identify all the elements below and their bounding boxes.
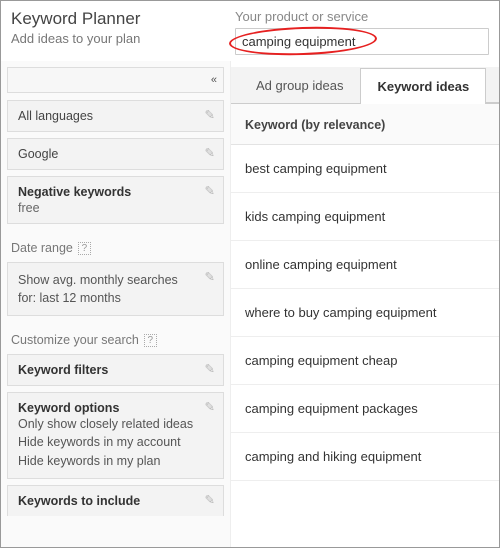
page-title: Keyword Planner bbox=[11, 9, 231, 29]
pencil-icon: ✎ bbox=[205, 145, 215, 160]
keyword-options-panel[interactable]: Keyword options Only show closely relate… bbox=[7, 392, 224, 478]
languages-panel[interactable]: All languages ✎ bbox=[7, 100, 224, 132]
keywords-include-panel[interactable]: Keywords to include ✎ bbox=[7, 485, 224, 516]
collapse-sidebar-button[interactable]: « bbox=[7, 67, 224, 93]
pencil-icon: ✎ bbox=[205, 107, 215, 122]
keyword-options-line2: Hide keywords in my account bbox=[18, 433, 213, 451]
table-row[interactable]: camping and hiking equipment bbox=[231, 433, 499, 481]
search-engine-panel[interactable]: Google ✎ bbox=[7, 138, 224, 170]
customize-search-section-label: Customize your search bbox=[11, 333, 139, 347]
search-engine-value: Google bbox=[18, 147, 58, 161]
pencil-icon: ✎ bbox=[205, 183, 215, 198]
help-icon[interactable]: ? bbox=[78, 242, 91, 255]
negative-keywords-value: free bbox=[18, 201, 213, 215]
page-subtitle: Add ideas to your plan bbox=[11, 31, 231, 46]
keyword-filters-panel[interactable]: Keyword filters ✎ bbox=[7, 354, 224, 386]
pencil-icon: ✎ bbox=[205, 361, 215, 376]
table-row[interactable]: camping equipment cheap bbox=[231, 337, 499, 385]
table-row[interactable]: kids camping equipment bbox=[231, 193, 499, 241]
table-row[interactable]: best camping equipment bbox=[231, 145, 499, 193]
product-service-label: Your product or service bbox=[235, 9, 489, 24]
keyword-rows: best camping equipment kids camping equi… bbox=[231, 145, 499, 547]
date-range-panel[interactable]: Show avg. monthly searches for: last 12 … bbox=[7, 262, 224, 316]
date-range-section-label: Date range bbox=[11, 241, 73, 255]
negative-keywords-title: Negative keywords bbox=[18, 185, 213, 199]
pencil-icon: ✎ bbox=[205, 492, 215, 507]
keyword-filters-title: Keyword filters bbox=[18, 363, 213, 377]
keyword-options-title: Keyword options bbox=[18, 401, 213, 415]
keyword-column-header[interactable]: Keyword (by relevance) bbox=[231, 104, 499, 145]
table-row[interactable]: camping equipment packages bbox=[231, 385, 499, 433]
tab-spacer bbox=[486, 67, 499, 103]
tabs: Ad group ideas Keyword ideas bbox=[231, 67, 499, 104]
negative-keywords-panel[interactable]: Negative keywords free ✎ bbox=[7, 176, 224, 224]
chevron-left-icon: « bbox=[211, 74, 217, 86]
tab-keyword-ideas[interactable]: Keyword ideas bbox=[360, 68, 486, 104]
pencil-icon: ✎ bbox=[205, 399, 215, 414]
date-range-line2: for: last 12 months bbox=[18, 289, 213, 307]
help-icon[interactable]: ? bbox=[144, 334, 157, 347]
keyword-options-line3: Hide keywords in my plan bbox=[18, 452, 213, 470]
keywords-include-title: Keywords to include bbox=[18, 494, 213, 508]
languages-value: All languages bbox=[18, 109, 93, 123]
date-range-line1: Show avg. monthly searches bbox=[18, 271, 213, 289]
table-row[interactable]: online camping equipment bbox=[231, 241, 499, 289]
tab-ad-group-ideas[interactable]: Ad group ideas bbox=[239, 67, 360, 103]
table-row[interactable]: where to buy camping equipment bbox=[231, 289, 499, 337]
keyword-options-line1: Only show closely related ideas bbox=[18, 415, 213, 433]
pencil-icon: ✎ bbox=[205, 269, 215, 284]
product-service-input[interactable] bbox=[235, 28, 489, 55]
